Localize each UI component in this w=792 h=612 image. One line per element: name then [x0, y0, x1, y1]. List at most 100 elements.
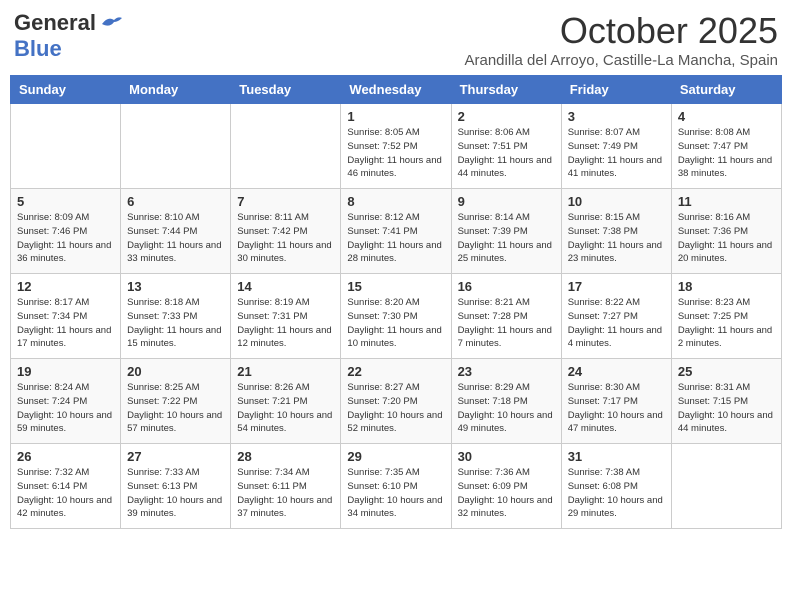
day-info: Sunrise: 8:08 AMSunset: 7:47 PMDaylight:…	[678, 126, 775, 181]
day-number: 11	[678, 194, 775, 209]
calendar-day-cell: 28 Sunrise: 7:34 AMSunset: 6:11 PMDayligh…	[231, 444, 341, 529]
day-info: Sunrise: 8:14 AMSunset: 7:39 PMDaylight:…	[458, 211, 555, 266]
day-info: Sunrise: 8:21 AMSunset: 7:28 PMDaylight:…	[458, 296, 555, 351]
day-number: 31	[568, 449, 665, 464]
day-number: 25	[678, 364, 775, 379]
calendar-day-cell: 20Sunrise: 8:25 AMSunset: 7:22 PMDayligh…	[121, 359, 231, 444]
weekday-header-friday: Friday	[561, 76, 671, 104]
day-info: Sunrise: 8:31 AMSunset: 7:15 PMDaylight:…	[678, 381, 775, 436]
calendar-day-cell: 8 Sunrise: 8:12 AMSunset: 7:41 PMDaylight…	[341, 189, 451, 274]
calendar-day-cell: 19 Sunrise: 8:24 AMSunset: 7:24 PMDayligh…	[11, 359, 121, 444]
calendar-day-cell: 21Sunrise: 8:26 AMSunset: 7:21 PMDayligh…	[231, 359, 341, 444]
calendar-day-cell: 1 Sunrise: 8:05 AMSunset: 7:52 PMDaylight…	[341, 104, 451, 189]
day-info: Sunrise: 7:34 AMSunset: 6:11 PMDaylight:…	[237, 466, 334, 521]
logo: General Blue	[14, 10, 122, 62]
calendar-day-cell: 4 Sunrise: 8:08 AMSunset: 7:47 PMDaylight…	[671, 104, 781, 189]
day-number: 10	[568, 194, 665, 209]
title-block: October 2025 Arandilla del Arroyo, Casti…	[465, 10, 779, 69]
day-number: 30	[458, 449, 555, 464]
day-info: Sunrise: 8:29 AMSunset: 7:18 PMDaylight:…	[458, 381, 555, 436]
day-info: Sunrise: 8:30 AMSunset: 7:17 PMDaylight:…	[568, 381, 665, 436]
day-info: Sunrise: 8:11 AMSunset: 7:42 PMDaylight:…	[237, 211, 334, 266]
calendar-day-cell: 10 Sunrise: 8:15 AMSunset: 7:38 PMDayligh…	[561, 189, 671, 274]
day-number: 9	[458, 194, 555, 209]
day-number: 18	[678, 279, 775, 294]
day-number: 13	[127, 279, 224, 294]
logo-bird-icon	[100, 14, 122, 32]
day-number: 5	[17, 194, 114, 209]
day-info: Sunrise: 7:32 AMSunset: 6:14 PMDaylight:…	[17, 466, 114, 521]
day-info: Sunrise: 8:12 AMSunset: 7:41 PMDaylight:…	[347, 211, 444, 266]
day-info: Sunrise: 8:06 AMSunset: 7:51 PMDaylight:…	[458, 126, 555, 181]
day-number: 2	[458, 109, 555, 124]
calendar-day-cell: 18Sunrise: 8:23 AMSunset: 7:25 PMDayligh…	[671, 274, 781, 359]
day-number: 3	[568, 109, 665, 124]
calendar-day-cell: 6Sunrise: 8:10 AMSunset: 7:44 PMDaylight…	[121, 189, 231, 274]
calendar-day-cell: 29Sunrise: 7:35 AMSunset: 6:10 PMDayligh…	[341, 444, 451, 529]
calendar-week-row: 1 Sunrise: 8:05 AMSunset: 7:52 PMDaylight…	[11, 104, 782, 189]
calendar-day-cell: 30Sunrise: 7:36 AMSunset: 6:09 PMDayligh…	[451, 444, 561, 529]
calendar-week-row: 19 Sunrise: 8:24 AMSunset: 7:24 PMDayligh…	[11, 359, 782, 444]
calendar-day-cell	[11, 104, 121, 189]
calendar-day-cell: 13 Sunrise: 8:18 AMSunset: 7:33 PMDayligh…	[121, 274, 231, 359]
calendar-day-cell: 14 Sunrise: 8:19 AMSunset: 7:31 PMDayligh…	[231, 274, 341, 359]
day-info: Sunrise: 8:07 AMSunset: 7:49 PMDaylight:…	[568, 126, 665, 181]
weekday-header-monday: Monday	[121, 76, 231, 104]
day-number: 7	[237, 194, 334, 209]
calendar-day-cell	[121, 104, 231, 189]
calendar-day-cell: 3 Sunrise: 8:07 AMSunset: 7:49 PMDaylight…	[561, 104, 671, 189]
calendar-day-cell: 27 Sunrise: 7:33 AMSunset: 6:13 PMDayligh…	[121, 444, 231, 529]
calendar-day-cell: 15 Sunrise: 8:20 AMSunset: 7:30 PMDayligh…	[341, 274, 451, 359]
day-info: Sunrise: 8:25 AMSunset: 7:22 PMDaylight:…	[127, 381, 224, 436]
calendar-day-cell: 9 Sunrise: 8:14 AMSunset: 7:39 PMDaylight…	[451, 189, 561, 274]
day-info: Sunrise: 8:10 AMSunset: 7:44 PMDaylight:…	[127, 211, 224, 266]
day-number: 1	[347, 109, 444, 124]
calendar-day-cell: 2 Sunrise: 8:06 AMSunset: 7:51 PMDaylight…	[451, 104, 561, 189]
calendar-day-cell: 5 Sunrise: 8:09 AMSunset: 7:46 PMDaylight…	[11, 189, 121, 274]
day-info: Sunrise: 8:19 AMSunset: 7:31 PMDaylight:…	[237, 296, 334, 351]
day-number: 14	[237, 279, 334, 294]
day-number: 22	[347, 364, 444, 379]
day-info: Sunrise: 8:22 AMSunset: 7:27 PMDaylight:…	[568, 296, 665, 351]
day-info: Sunrise: 8:24 AMSunset: 7:24 PMDaylight:…	[17, 381, 114, 436]
day-info: Sunrise: 8:16 AMSunset: 7:36 PMDaylight:…	[678, 211, 775, 266]
month-title: October 2025	[465, 10, 779, 52]
day-info: Sunrise: 7:38 AMSunset: 6:08 PMDaylight:…	[568, 466, 665, 521]
day-info: Sunrise: 8:09 AMSunset: 7:46 PMDaylight:…	[17, 211, 114, 266]
weekday-header-thursday: Thursday	[451, 76, 561, 104]
day-info: Sunrise: 8:26 AMSunset: 7:21 PMDaylight:…	[237, 381, 334, 436]
day-number: 19	[17, 364, 114, 379]
calendar-day-cell: 24 Sunrise: 8:30 AMSunset: 7:17 PMDayligh…	[561, 359, 671, 444]
calendar-day-cell: 16Sunrise: 8:21 AMSunset: 7:28 PMDayligh…	[451, 274, 561, 359]
day-number: 24	[568, 364, 665, 379]
day-info: Sunrise: 7:33 AMSunset: 6:13 PMDaylight:…	[127, 466, 224, 521]
calendar-day-cell: 7 Sunrise: 8:11 AMSunset: 7:42 PMDaylight…	[231, 189, 341, 274]
day-number: 28	[237, 449, 334, 464]
day-number: 8	[347, 194, 444, 209]
day-number: 23	[458, 364, 555, 379]
calendar-day-cell: 26 Sunrise: 7:32 AMSunset: 6:14 PMDayligh…	[11, 444, 121, 529]
calendar-week-row: 26 Sunrise: 7:32 AMSunset: 6:14 PMDayligh…	[11, 444, 782, 529]
day-number: 26	[17, 449, 114, 464]
location-subtitle: Arandilla del Arroyo, Castille-La Mancha…	[465, 52, 779, 69]
weekday-header-sunday: Sunday	[11, 76, 121, 104]
day-info: Sunrise: 8:18 AMSunset: 7:33 PMDaylight:…	[127, 296, 224, 351]
logo-blue-text: Blue	[14, 36, 62, 61]
day-info: Sunrise: 8:20 AMSunset: 7:30 PMDaylight:…	[347, 296, 444, 351]
day-info: Sunrise: 8:15 AMSunset: 7:38 PMDaylight:…	[568, 211, 665, 266]
calendar-day-cell: 22 Sunrise: 8:27 AMSunset: 7:20 PMDayligh…	[341, 359, 451, 444]
calendar-day-cell: 23 Sunrise: 8:29 AMSunset: 7:18 PMDayligh…	[451, 359, 561, 444]
weekday-header-saturday: Saturday	[671, 76, 781, 104]
calendar-week-row: 12Sunrise: 8:17 AMSunset: 7:34 PMDayligh…	[11, 274, 782, 359]
calendar-day-cell: 12Sunrise: 8:17 AMSunset: 7:34 PMDayligh…	[11, 274, 121, 359]
day-info: Sunrise: 8:27 AMSunset: 7:20 PMDaylight:…	[347, 381, 444, 436]
day-info: Sunrise: 8:05 AMSunset: 7:52 PMDaylight:…	[347, 126, 444, 181]
calendar-day-cell: 11 Sunrise: 8:16 AMSunset: 7:36 PMDayligh…	[671, 189, 781, 274]
calendar-day-cell: 25 Sunrise: 8:31 AMSunset: 7:15 PMDayligh…	[671, 359, 781, 444]
day-number: 15	[347, 279, 444, 294]
day-number: 4	[678, 109, 775, 124]
calendar-day-cell	[671, 444, 781, 529]
day-info: Sunrise: 7:35 AMSunset: 6:10 PMDaylight:…	[347, 466, 444, 521]
calendar-week-row: 5 Sunrise: 8:09 AMSunset: 7:46 PMDaylight…	[11, 189, 782, 274]
day-number: 27	[127, 449, 224, 464]
